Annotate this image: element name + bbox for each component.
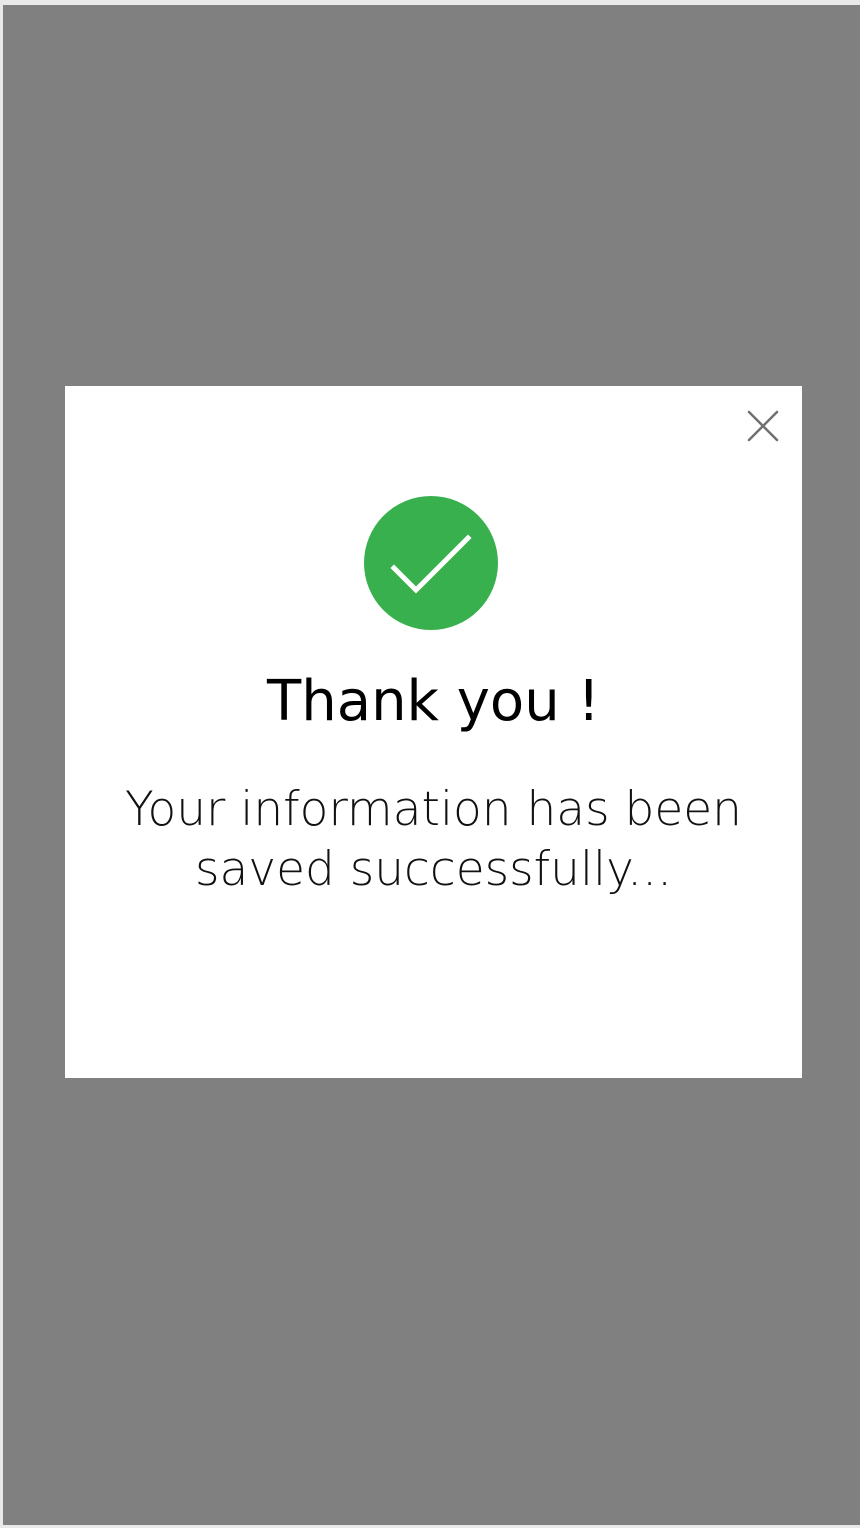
dialog-message: Your information has been saved successf… bbox=[95, 780, 772, 900]
message-line-2: saved successfully... bbox=[194, 842, 673, 897]
dialog-title: Thank you ! bbox=[267, 669, 600, 734]
checkmark-icon bbox=[390, 534, 472, 594]
success-dialog: Thank you ! Your information has been sa… bbox=[65, 386, 802, 1078]
close-icon[interactable] bbox=[745, 408, 781, 444]
message-line-1: Your information has been bbox=[125, 782, 742, 837]
close-button[interactable] bbox=[745, 408, 781, 444]
modal-backdrop[interactable]: Thank you ! Your information has been sa… bbox=[3, 5, 860, 1525]
success-badge bbox=[364, 496, 498, 630]
